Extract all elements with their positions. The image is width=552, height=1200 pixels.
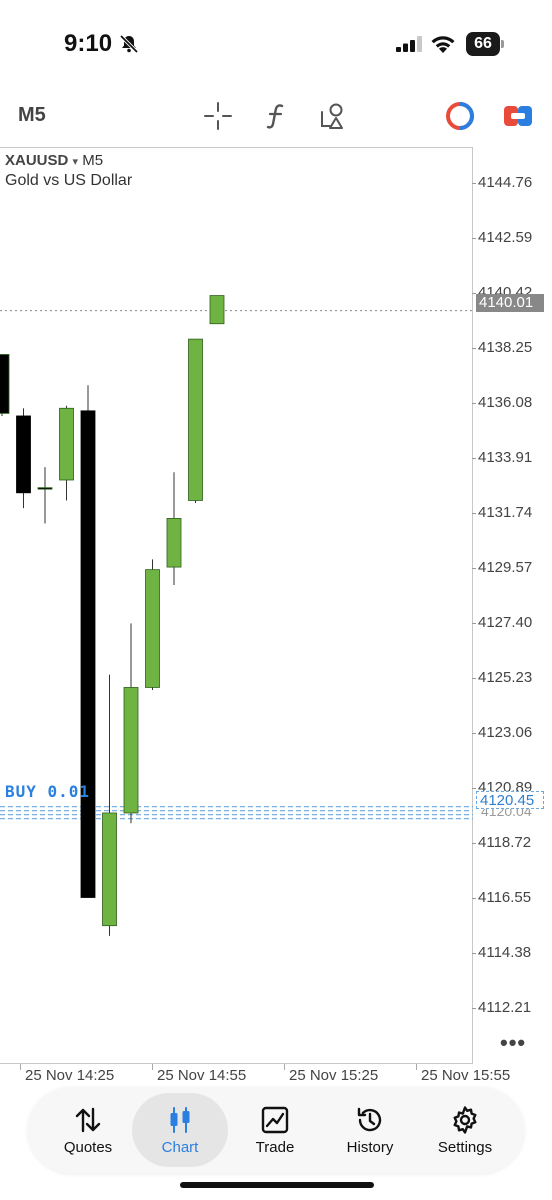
- order-buy-label[interactable]: BUY 0.01: [5, 782, 90, 801]
- price-tick: 4136.08: [471, 394, 533, 411]
- time-tick-mark: [20, 1064, 21, 1070]
- tab-label: Trade: [255, 1139, 295, 1156]
- time-label: 25 Nov 15:55: [421, 1067, 511, 1084]
- price-tick: 4131.74: [471, 504, 533, 521]
- candle-body: [16, 415, 31, 494]
- price-tick: 4127.40: [471, 614, 533, 631]
- status-bar: 9:10 66: [0, 0, 552, 90]
- trade-chart-icon: [261, 1106, 289, 1134]
- candlestick-plot: [0, 295, 473, 936]
- quotes-arrows-icon: [75, 1107, 101, 1133]
- price-tick: 4125.23: [471, 669, 533, 686]
- battery-tip: [501, 40, 504, 48]
- price-axis: 4144.76 4142.59 4140.42 4138.25 4136.08 …: [471, 147, 552, 1064]
- time-label: 25 Nov 14:55: [157, 1067, 247, 1084]
- home-indicator: [180, 1182, 374, 1188]
- candle-body: [80, 410, 96, 898]
- one-click-trading-icon[interactable]: [444, 100, 476, 132]
- status-time: 9:10: [64, 30, 113, 57]
- battery-indicator: 66: [466, 32, 504, 56]
- bottom-tab-bar: Quotes Chart Trade History Settings: [28, 1087, 524, 1173]
- price-tick: 4138.25: [471, 339, 533, 356]
- history-clock-icon: [357, 1107, 382, 1132]
- time-tick-mark: [416, 1064, 417, 1070]
- price-tick: 4112.21: [471, 999, 532, 1016]
- tab-chart[interactable]: Chart: [132, 1093, 228, 1167]
- tab-label: History: [346, 1139, 394, 1156]
- tab-quotes[interactable]: Quotes: [40, 1093, 136, 1167]
- price-tick: 4144.76: [471, 174, 533, 191]
- battery-level: 66: [466, 32, 500, 56]
- time-tick-mark: [284, 1064, 285, 1070]
- buy-price-tag: 4120.45: [476, 791, 544, 809]
- candle-body: [145, 569, 160, 688]
- chart-toolbar: M5: [0, 90, 552, 140]
- tab-settings[interactable]: Settings: [417, 1093, 513, 1167]
- tab-history[interactable]: History: [322, 1093, 418, 1167]
- price-tick: 4142.59: [471, 229, 533, 246]
- indicators-function-icon[interactable]: [260, 100, 292, 132]
- price-tick: 4123.06: [471, 724, 533, 741]
- candlestick-chart-icon: [170, 1107, 190, 1133]
- timeframe-selector[interactable]: M5: [18, 104, 46, 127]
- drawing-objects-icon[interactable]: [318, 100, 350, 132]
- candle-body: [102, 812, 117, 927]
- trade-panel-icon[interactable]: [502, 100, 534, 132]
- price-tick: 4116.55: [471, 889, 532, 906]
- price-tick: 4118.72: [471, 834, 532, 851]
- candle-body: [166, 518, 182, 568]
- current-price-tag: 4140.01: [476, 294, 544, 312]
- candle-body: [37, 487, 53, 490]
- cellular-signal-icon: [396, 36, 422, 52]
- settings-gear-icon: [453, 1106, 477, 1134]
- price-tick: 4133.91: [471, 449, 533, 466]
- time-label: 25 Nov 14:25: [25, 1067, 115, 1084]
- candle-body: [59, 407, 74, 481]
- tab-label: Chart: [161, 1139, 199, 1156]
- wifi-icon: [431, 36, 455, 53]
- silent-bell-icon: [119, 34, 139, 54]
- price-tick: 4114.38: [471, 944, 532, 961]
- candle-body: [123, 687, 139, 814]
- tab-trade[interactable]: Trade: [227, 1093, 323, 1167]
- tab-label: Settings: [437, 1139, 493, 1156]
- candle-body: [188, 338, 203, 501]
- candle-body: [209, 295, 225, 325]
- candle-body: [0, 354, 10, 414]
- crosshair-icon[interactable]: [202, 100, 234, 132]
- tab-label: Quotes: [63, 1139, 113, 1156]
- price-tick: 4129.57: [471, 559, 533, 576]
- time-tick-mark: [152, 1064, 153, 1070]
- more-options-icon[interactable]: •••: [500, 1030, 526, 1056]
- time-label: 25 Nov 15:25: [289, 1067, 379, 1084]
